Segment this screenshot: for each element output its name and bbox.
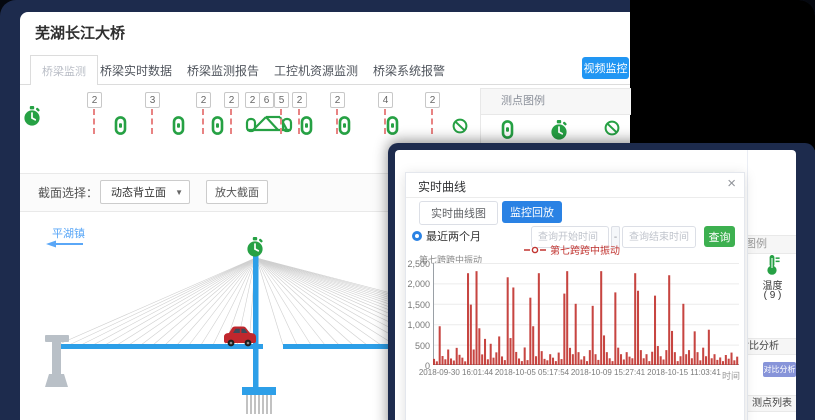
zoom-section-button[interactable]: 放大截面: [206, 180, 268, 204]
video-monitor-button[interactable]: 视频监控: [582, 57, 629, 79]
last-two-months-radio[interactable]: [412, 231, 422, 241]
compare-analysis-button[interactable]: 对比分析: [763, 362, 796, 377]
sensor-count-badge[interactable]: 2: [87, 92, 102, 108]
legend-label: 第七跨跨中振动: [550, 242, 620, 257]
chain-sensor-icon[interactable]: [300, 116, 313, 140]
sensor-strip: 2 3 2 2 2652 2 4 2: [20, 92, 480, 148]
side-legend-header: 测点图例: [748, 235, 796, 254]
tab-2[interactable]: 桥梁实时数据: [100, 62, 172, 79]
query-button[interactable]: 查询: [704, 226, 735, 247]
ban-icon[interactable]: [604, 120, 620, 141]
sensor-count-badge[interactable]: 2: [425, 92, 440, 108]
chart-legend[interactable]: 第七跨跨中振动: [524, 242, 620, 257]
section-select-dropdown[interactable]: 动态背立面 ▼: [100, 180, 190, 204]
x-tick-label: 2018-10-15 11:03:41: [636, 368, 732, 377]
x-axis-name: 时间: [722, 369, 740, 382]
sensor-count-badge[interactable]: 2: [245, 92, 260, 108]
chain-sensor-icon[interactable]: [338, 116, 351, 140]
sensor-dashed-line: [93, 109, 95, 134]
sensor-dashed-line: [151, 109, 153, 134]
section-select-label: 截面选择：: [38, 174, 98, 211]
y-tick-label: 2,500: [406, 259, 430, 269]
realtime-curve-tab-button[interactable]: 实时曲线图: [419, 201, 498, 225]
disabled-sensor-icon[interactable]: [452, 118, 468, 139]
foundation-piles: [247, 395, 271, 414]
chain-sensor-icon[interactable]: [211, 116, 224, 140]
sensor-dashed-line: [431, 109, 433, 134]
y-tick-label: 2,000: [406, 279, 430, 289]
tab-4[interactable]: 工控机资源监测: [274, 62, 358, 79]
chain-sensor-icon[interactable]: [114, 116, 127, 140]
sensor-dashed-line: [202, 109, 204, 134]
overlay-window: 测点图例 温度 ( 9 ) 对比分析 对比分析 测点列表 实时曲线: [388, 143, 815, 420]
chevron-down-icon: ▼: [175, 188, 183, 197]
last-two-months-label: 最近两个月: [426, 228, 481, 244]
realtime-curve-dialog: 实时曲线 × 实时曲线图 监控回放 最近两个月 - 查询 第七跨: [405, 172, 745, 420]
playback-tab-button[interactable]: 监控回放: [502, 201, 562, 223]
sensor-dashed-line: [280, 109, 282, 134]
compare-header: 对比分析: [748, 338, 796, 355]
chain-sensor-icon[interactable]: [172, 116, 185, 140]
temperature-count: ( 9 ): [748, 290, 796, 301]
sensor-count-badge[interactable]: 4: [378, 92, 393, 108]
section-select-value: 动态背立面: [111, 184, 166, 200]
desktop: 芜湖长江大桥 桥梁监测 桥梁实时数据桥梁监测报告工控机资源监测桥梁系统报警 视频…: [0, 0, 815, 420]
dialog-title: 实时曲线: [418, 178, 466, 195]
page-title: 芜湖长江大桥: [35, 22, 125, 43]
dialog-header: 实时曲线 ×: [406, 173, 744, 198]
car-illustration: [224, 327, 256, 347]
stopwatch-icon[interactable]: [23, 106, 41, 132]
vibration-chart: [433, 263, 739, 367]
chain-icon[interactable]: [501, 120, 514, 144]
legend-marker-icon: [524, 245, 546, 255]
overlay-page: 测点图例 温度 ( 9 ) 对比分析 对比分析 测点列表 实时曲线: [395, 150, 796, 420]
y-tick-label: 500: [406, 341, 430, 351]
sensor-dashed-line: [230, 109, 232, 134]
chain-sensor-icon[interactable]: [386, 116, 399, 140]
bridge-tower: [253, 252, 259, 392]
legend-panel-title: 测点图例: [481, 88, 631, 115]
sensor-count-badge[interactable]: 2: [292, 92, 307, 108]
tab-list: 桥梁实时数据桥梁监测报告工控机资源监测桥梁系统报警: [100, 55, 445, 85]
stopwatch-icon: [247, 237, 263, 257]
sensor-count-badge[interactable]: 5: [274, 92, 289, 108]
truss-sensor-icon[interactable]: [245, 111, 293, 140]
tower-foundation: [242, 387, 276, 395]
side-panel-strip: 测点图例 温度 ( 9 ) 对比分析 对比分析 测点列表: [747, 150, 796, 420]
tab-5[interactable]: 桥梁系统报警: [373, 62, 445, 79]
point-list-header: 测点列表: [748, 395, 796, 412]
sensor-count-badge[interactable]: 2: [196, 92, 211, 108]
sensor-count-badge[interactable]: 2: [224, 92, 239, 108]
tab-3[interactable]: 桥梁监测报告: [187, 62, 259, 79]
y-tick-label: 1,500: [406, 300, 430, 310]
bridge-pier: [45, 335, 69, 387]
sensor-count-badge[interactable]: 3: [145, 92, 160, 108]
sensor-count-badge[interactable]: 2: [330, 92, 345, 108]
query-end-time-input[interactable]: [622, 226, 696, 248]
sensor-count-badge[interactable]: 6: [259, 92, 274, 108]
desktop-black-area: [630, 0, 815, 150]
y-tick-label: 1,000: [406, 320, 430, 330]
close-icon[interactable]: ×: [727, 175, 736, 192]
tab-bridge-monitor-active[interactable]: 桥梁监测: [30, 55, 98, 85]
